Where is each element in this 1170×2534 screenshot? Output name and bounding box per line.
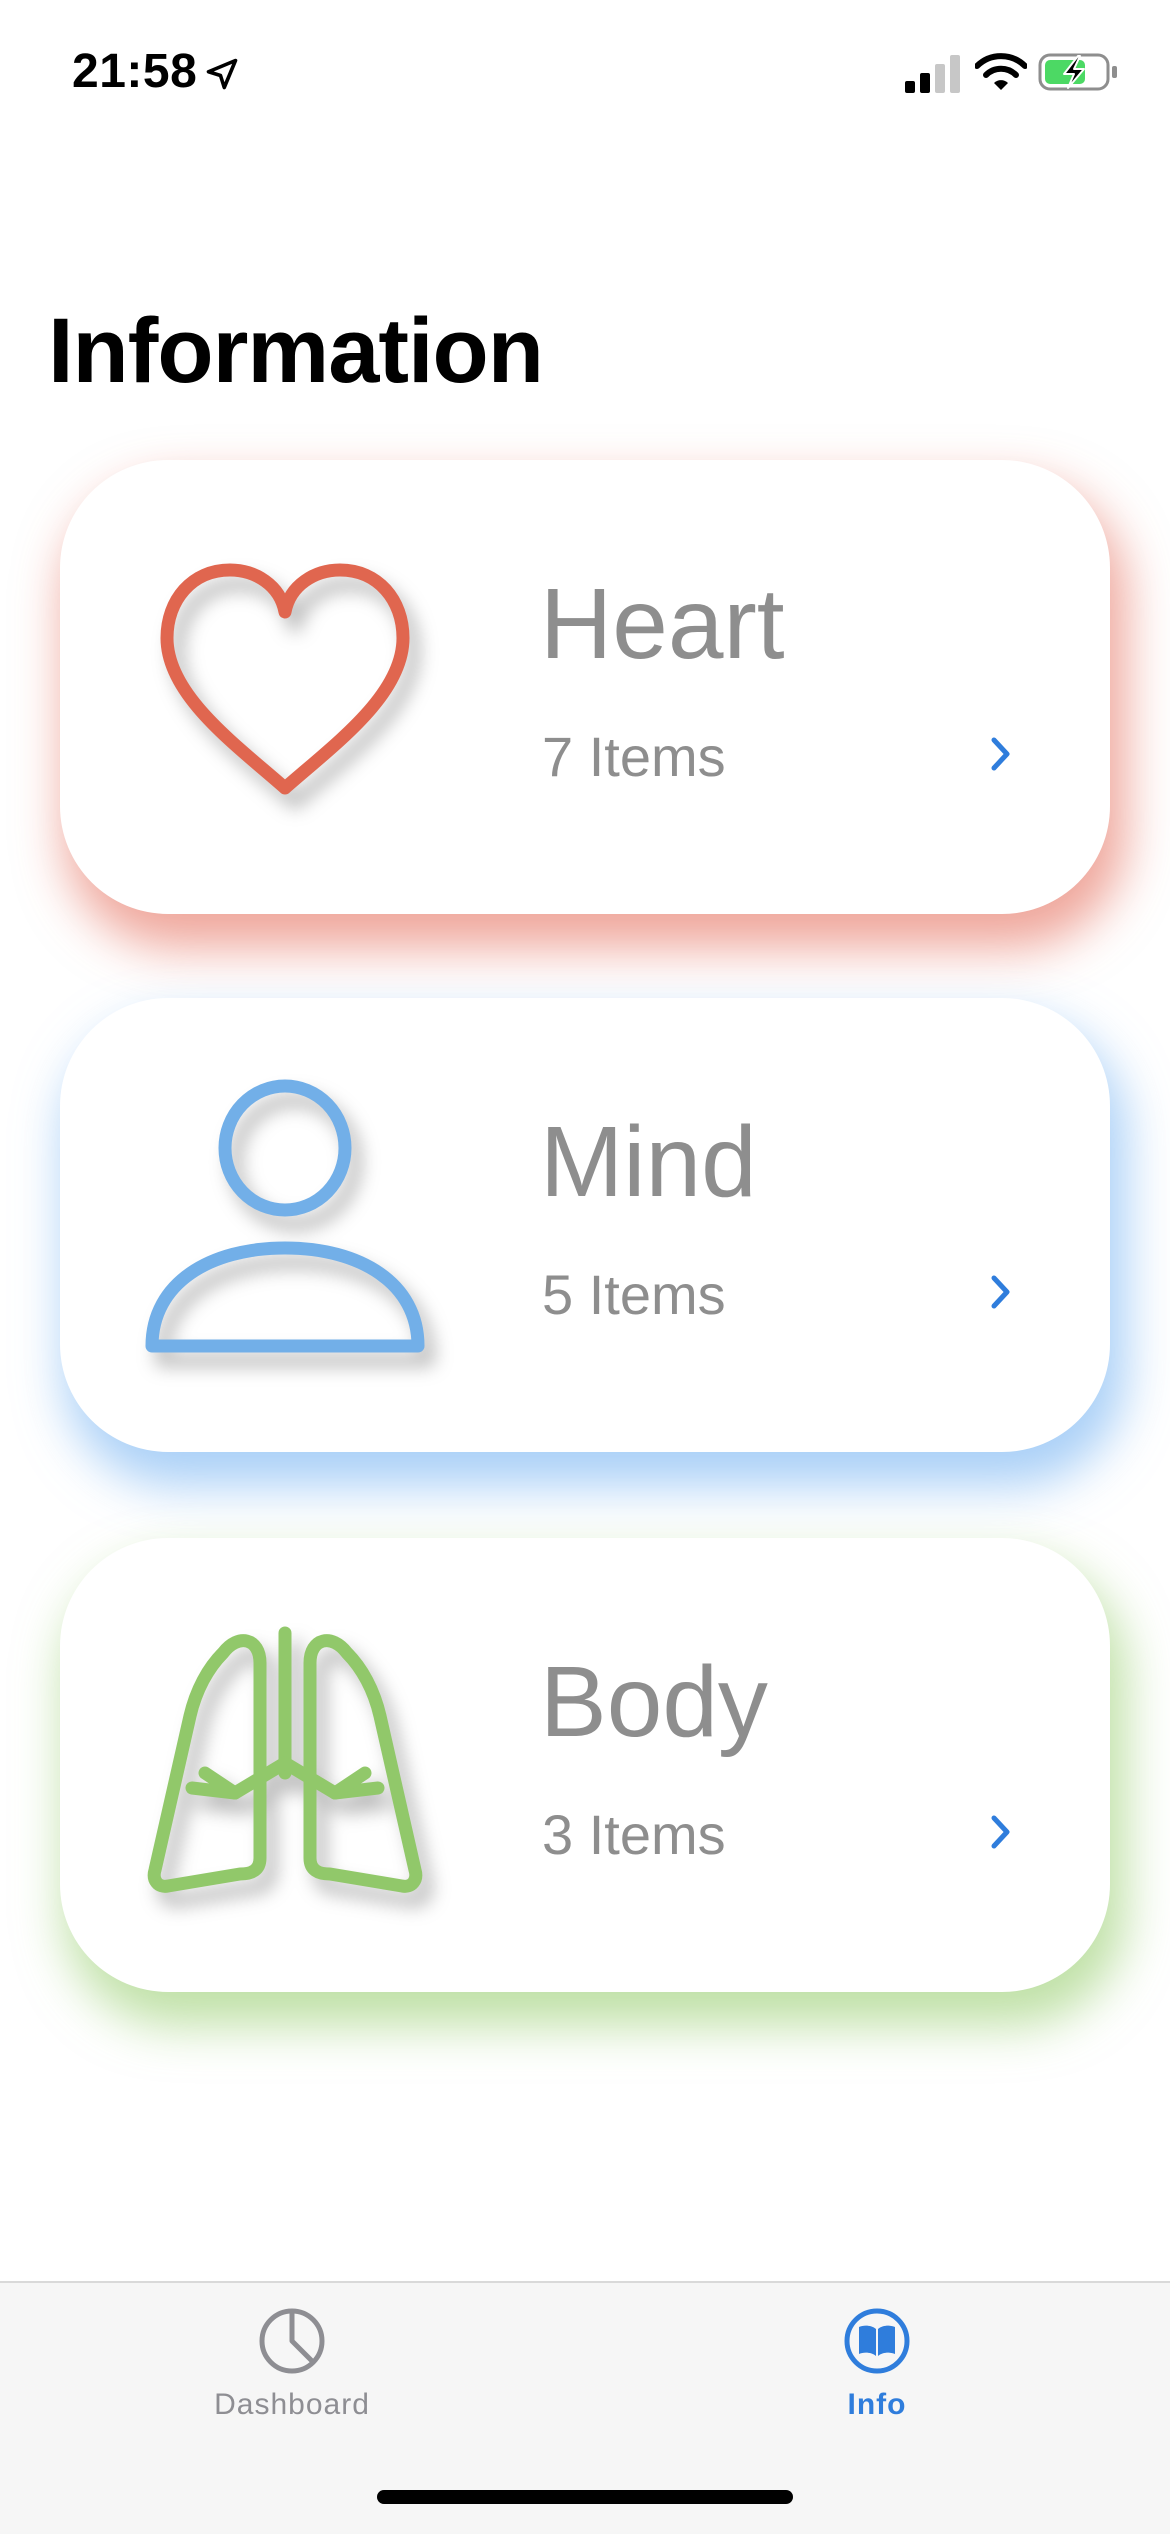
- person-icon: [145, 1079, 425, 1353]
- chevron-right-icon: [991, 737, 1010, 771]
- card-body[interactable]: Body 3 Items: [60, 1538, 1110, 1992]
- book-icon: [844, 2308, 910, 2374]
- chevron-right-icon: [991, 1815, 1010, 1849]
- card-item-count: 7 Items: [542, 725, 726, 788]
- location-arrow-icon: [206, 58, 238, 90]
- pie-chart-icon: [259, 2308, 325, 2374]
- card-mind[interactable]: Mind 5 Items: [60, 998, 1110, 1452]
- card-title: Mind: [540, 1106, 757, 1218]
- wifi-icon: [975, 53, 1027, 90]
- card-item-count: 3 Items: [542, 1803, 726, 1866]
- card-item-count: 5 Items: [542, 1263, 726, 1326]
- card-title: Body: [540, 1646, 768, 1758]
- tab-label: Dashboard: [214, 2388, 370, 2421]
- tab-label: Info: [847, 2388, 907, 2421]
- tab-info[interactable]: Info: [727, 2283, 1027, 2453]
- home-indicator[interactable]: [377, 2490, 793, 2504]
- card-title: Heart: [540, 568, 785, 680]
- status-time: 21:58: [72, 45, 198, 98]
- lungs-icon: [147, 1626, 423, 1893]
- battery-charging-icon: [1038, 53, 1117, 91]
- tab-dashboard[interactable]: Dashboard: [142, 2283, 442, 2453]
- status-bar: 21:58: [0, 0, 1170, 140]
- card-heart[interactable]: Heart 7 Items: [60, 460, 1110, 914]
- page-title: Information: [48, 300, 544, 402]
- chevron-right-icon: [991, 1275, 1010, 1309]
- heart-icon: [160, 563, 410, 795]
- cellular-signal-icon: [905, 55, 960, 93]
